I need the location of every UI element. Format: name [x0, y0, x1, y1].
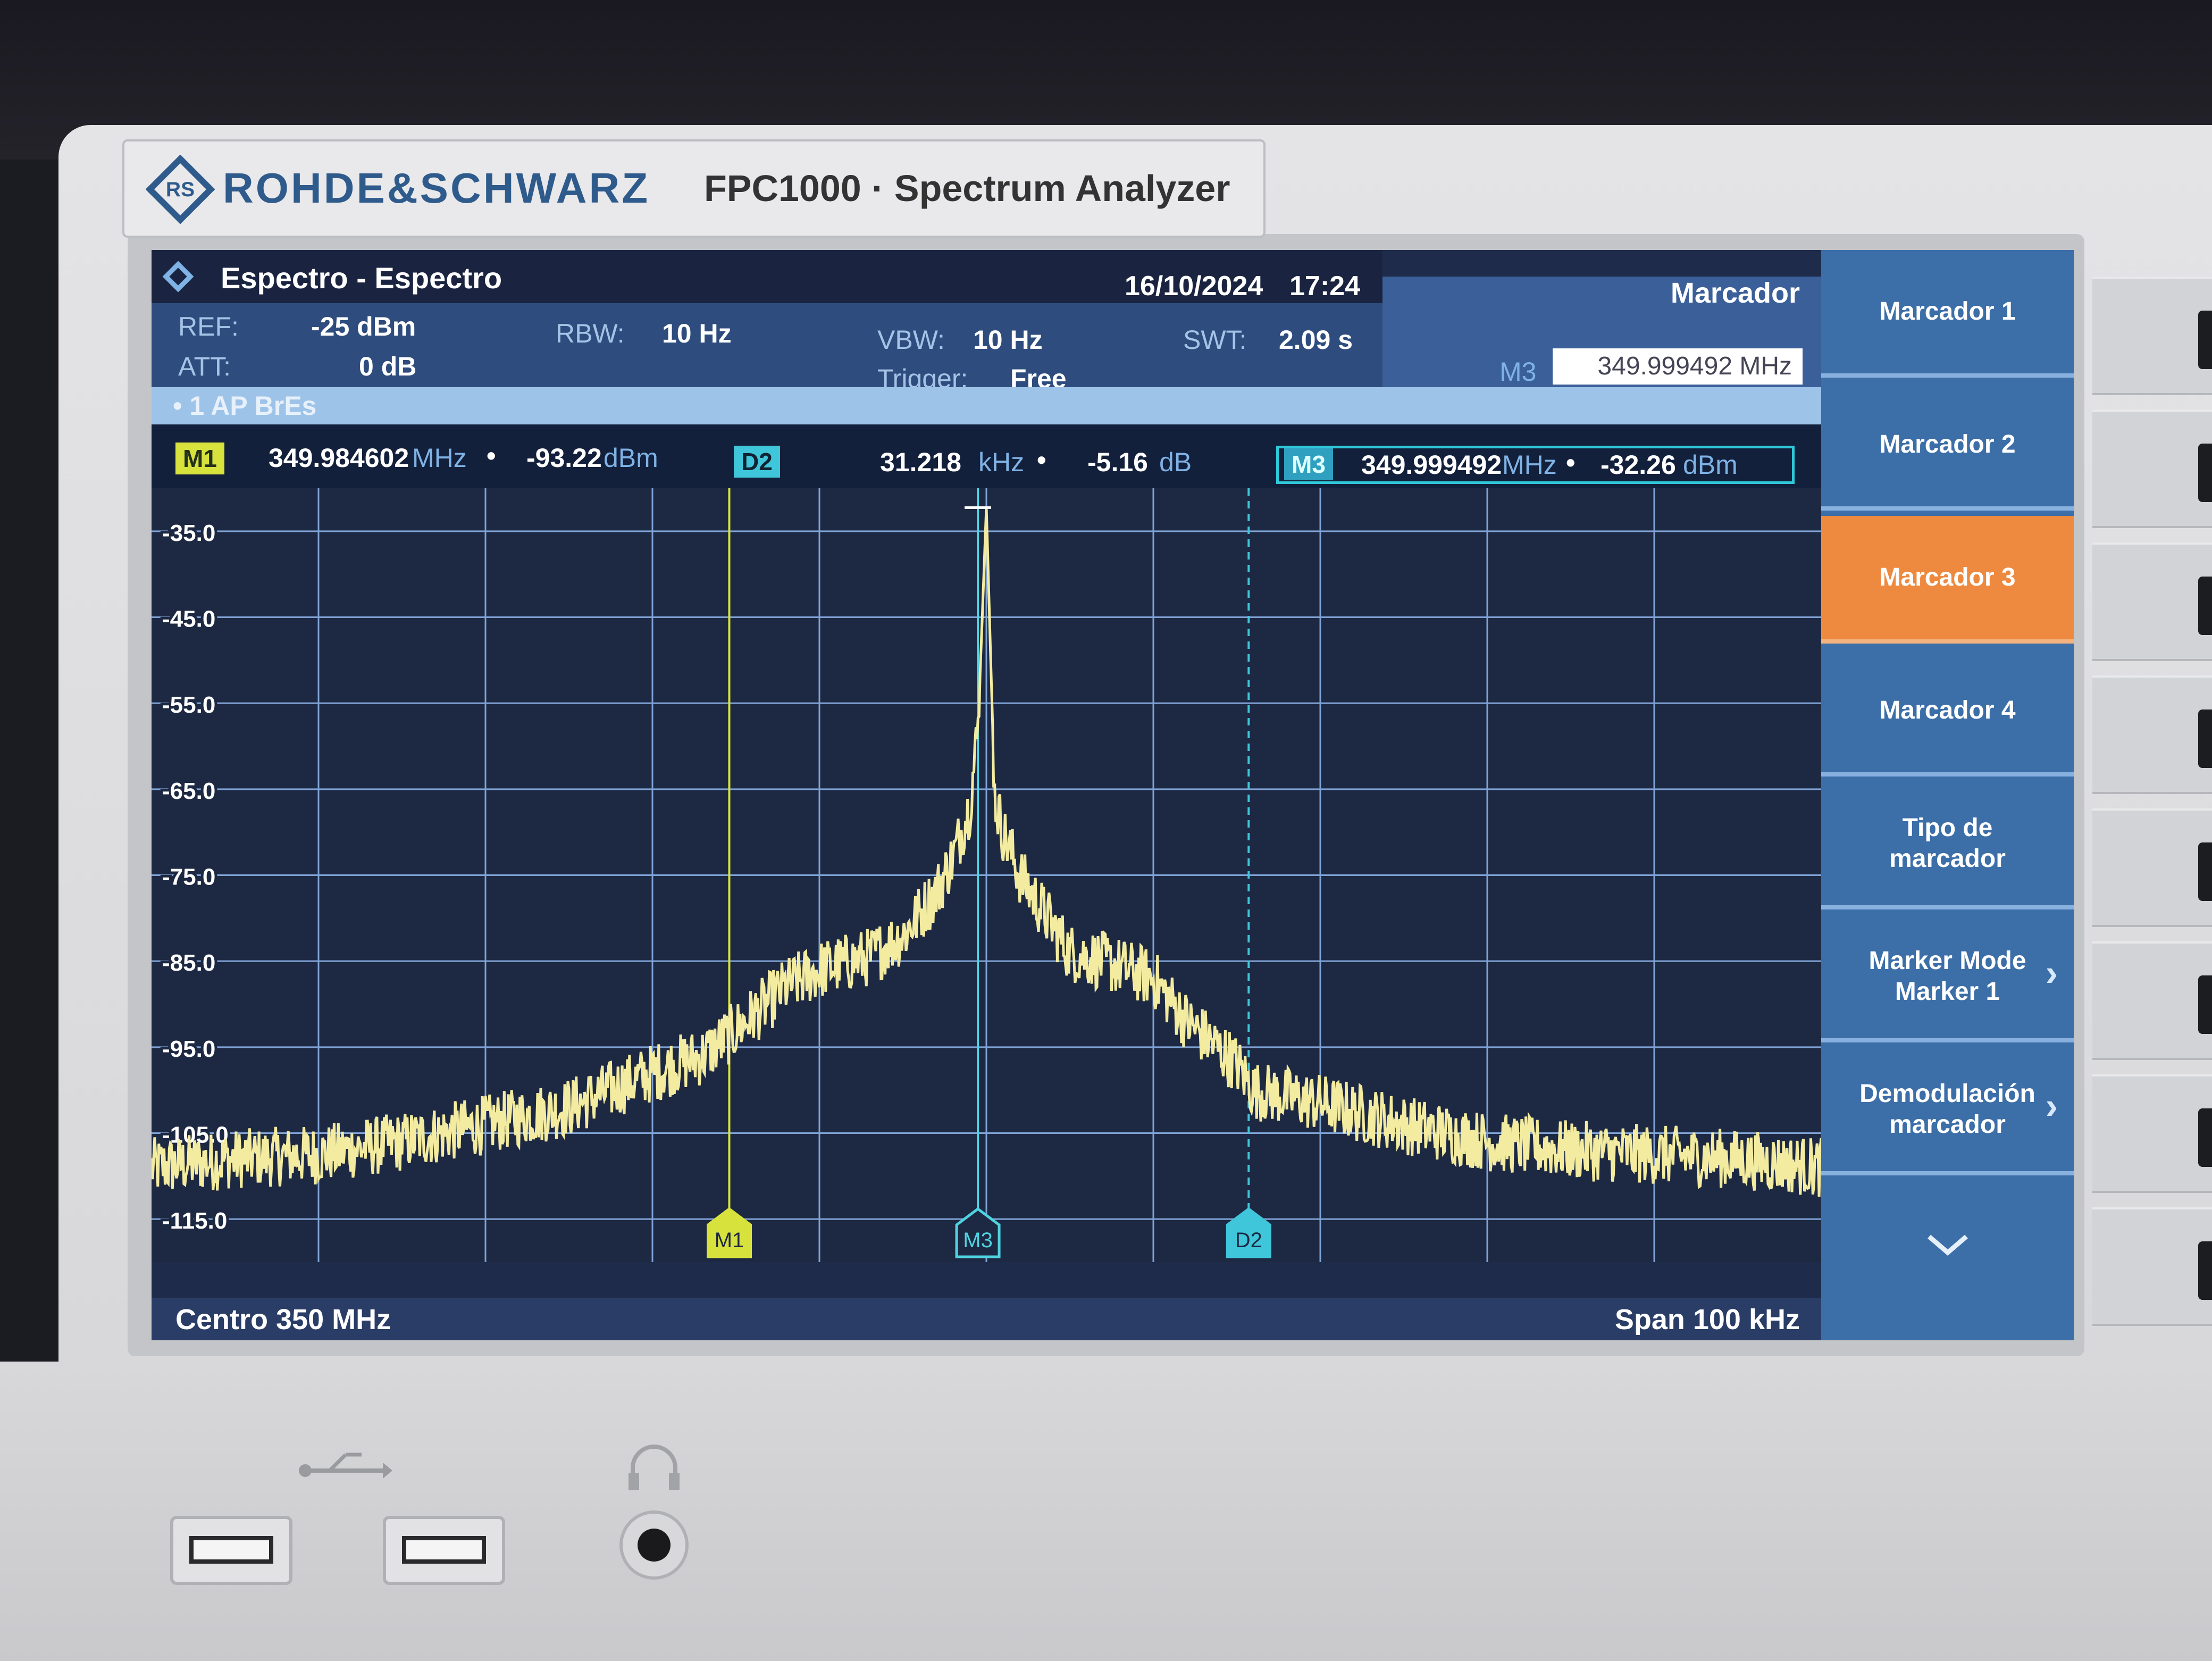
bullet-icon: •: [1037, 445, 1046, 475]
softkey-marker-mode[interactable]: Marker Mode Marker 1 ›: [1821, 915, 2074, 1042]
chevron-right-icon: ›: [2045, 1085, 2058, 1126]
span-setting[interactable]: Span 100 kHz: [1615, 1303, 1800, 1336]
trace-info-bar: • 1 AP BrEs: [152, 387, 1821, 424]
ref-value: -25 dBm: [311, 312, 416, 341]
marker-flag-label-m1: M1: [715, 1229, 744, 1252]
d2-frequency: 31.218: [880, 447, 961, 477]
softkey-demodulacion-marcador[interactable]: Demodulación marcador ›: [1821, 1048, 2074, 1175]
usb-symbol-icon: [299, 1453, 392, 1479]
m3-frequency: 349.999492: [1361, 450, 1502, 480]
hardware-side-button[interactable]: [2092, 1074, 2212, 1193]
swt-label: SWT:: [1183, 325, 1247, 355]
softkey-marcador-3[interactable]: Marcador 3: [1821, 516, 2074, 644]
m1-level-unit: dBm: [604, 443, 658, 473]
device-front-panel: [0, 1362, 2212, 1661]
softkey-tipo-de-marcador[interactable]: Tipo de marcador: [1821, 782, 2074, 909]
time-display: 17:24: [1289, 271, 1360, 302]
softkey-label: Marcador 2: [1879, 430, 2016, 458]
m1-frequency: 349.984602: [269, 443, 409, 473]
y-tick-label: -75.0: [162, 864, 215, 890]
marker-panel: Marcador M3 349.999492 MHz: [1382, 277, 1821, 404]
m1-level: -93.22: [526, 443, 602, 473]
rohde-schwarz-logo-icon: RS: [146, 155, 215, 224]
rbw-label: RBW:: [556, 319, 625, 348]
usb-port[interactable]: [383, 1516, 505, 1585]
m3-level-unit: dBm: [1683, 450, 1738, 480]
softkey-label: Demodulación marcador: [1859, 1080, 2035, 1139]
y-tick-label: -55.0: [162, 692, 215, 718]
headphones-icon: [629, 1445, 680, 1490]
att-label: ATT:: [178, 352, 231, 381]
marker-readout-row: M1 349.984602 MHz • -93.22 dBm D2 31.218…: [152, 424, 1821, 488]
hardware-side-button[interactable]: [2092, 675, 2212, 794]
marker-flag-label-m3: M3: [963, 1229, 993, 1252]
d2-level-unit: dB: [1159, 447, 1192, 477]
chevron-down-icon: [1927, 1234, 1968, 1256]
hardware-side-button[interactable]: [2092, 277, 2212, 395]
status-footer: Centro 350 MHz Span 100 kHz: [152, 1298, 1821, 1340]
mode-diamond-icon[interactable]: [161, 260, 195, 294]
m3-readout-highlight[interactable]: M3 349.999492 MHz • -32.26 dBm: [1276, 446, 1795, 484]
bullet-icon: •: [1566, 448, 1576, 478]
device-model: FPC1000 · Spectrum Analyzer: [704, 168, 1230, 209]
y-tick-label: -65.0: [162, 778, 215, 804]
usb-port[interactable]: [170, 1516, 292, 1585]
d2-level: -5.16: [1087, 447, 1148, 477]
spectrum-plot[interactable]: -35.0-45.0-55.0-65.0-75.0-85.0-95.0-105.…: [152, 488, 1821, 1262]
y-tick-label: -95.0: [162, 1036, 215, 1062]
brand-plate: RS ROHDE&SCHWARZ FPC1000 · Spectrum Anal…: [122, 139, 1266, 238]
y-tick-label: -85.0: [162, 950, 215, 976]
softkey-marcador-4[interactable]: Marcador 4: [1821, 649, 2074, 777]
swt-value: 2.09 s: [1279, 325, 1353, 355]
m3-tag: M3: [1284, 448, 1333, 480]
att-value: 0 dB: [359, 352, 417, 381]
center-frequency[interactable]: Centro 350 MHz: [175, 1303, 391, 1336]
analyzer-screen: Espectro - Espectro 16/10/2024 17:24 REF…: [152, 250, 2074, 1340]
softkey-label: Marcador 1: [1879, 297, 2016, 325]
active-marker-frequency-input[interactable]: 349.999492 MHz: [1553, 348, 1803, 385]
d2-tag: D2: [734, 446, 780, 478]
active-marker-label: M3: [1499, 357, 1537, 387]
m3-frequency-unit: MHz: [1502, 450, 1557, 480]
m1-frequency-unit: MHz: [412, 443, 467, 473]
marker-panel-title: Marcador: [1670, 277, 1800, 309]
softkey-panel: Marcador 1 Marcador 2 Marcador 3 Marcado…: [1821, 250, 2074, 1340]
y-tick-label: -115.0: [162, 1208, 227, 1234]
softkey-more[interactable]: [1821, 1181, 2074, 1308]
hardware-side-button[interactable]: [2092, 941, 2212, 1060]
rbw-value: 10 Hz: [662, 319, 732, 348]
y-tick-label: -45.0: [162, 606, 215, 632]
bullet-icon: •: [487, 441, 496, 471]
y-tick-label: -35.0: [162, 520, 215, 546]
ref-label: REF:: [178, 312, 239, 341]
date-display: 16/10/2024: [1125, 271, 1263, 302]
softkey-label: Marcador 4: [1879, 696, 2016, 724]
marker-flag-label-d2: D2: [1235, 1229, 1262, 1252]
softkey-marcador-2[interactable]: Marcador 2: [1821, 383, 2074, 511]
vbw-label: VBW:: [877, 325, 945, 355]
hardware-side-button[interactable]: [2092, 542, 2212, 661]
page-title: Espectro - Espectro: [221, 261, 502, 295]
headphone-jack[interactable]: [619, 1510, 689, 1580]
brand-name: ROHDE&SCHWARZ: [223, 164, 650, 212]
trace-info: • 1 AP BrEs: [173, 391, 317, 421]
softkey-label: Marcador 3: [1879, 563, 2016, 591]
d2-frequency-unit: kHz: [978, 447, 1025, 477]
svg-text:RS: RS: [166, 178, 195, 201]
hardware-side-button[interactable]: [2092, 1207, 2212, 1326]
softkey-label: Tipo de marcador: [1889, 814, 2006, 873]
hardware-side-button[interactable]: [2092, 808, 2212, 927]
vbw-value: 10 Hz: [973, 325, 1043, 355]
m1-tag: M1: [175, 443, 224, 474]
softkey-marcador-1[interactable]: Marcador 1: [1821, 250, 2074, 378]
hardware-side-button[interactable]: [2092, 410, 2212, 528]
chevron-right-icon: ›: [2045, 952, 2058, 994]
softkey-label: Marker Mode Marker 1: [1869, 947, 2026, 1006]
title-bar: Espectro - Espectro 16/10/2024 17:24: [152, 250, 1382, 303]
m3-level: -32.26: [1601, 450, 1676, 480]
